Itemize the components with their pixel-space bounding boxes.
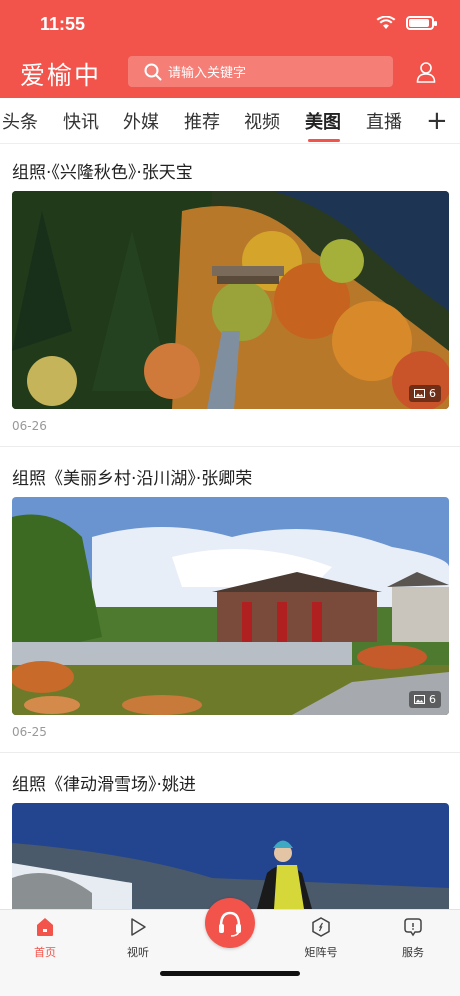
divider <box>0 752 460 753</box>
image-count-badge: 6 <box>409 385 441 402</box>
home-indicator <box>160 971 300 976</box>
nav-home[interactable]: 首页 <box>15 916 75 960</box>
article-image[interactable] <box>12 803 449 909</box>
tab-foreign-media[interactable]: 外媒 <box>123 108 159 134</box>
add-tab-button[interactable]: + <box>426 106 448 136</box>
compass-icon <box>312 917 330 937</box>
tab-live[interactable]: 直播 <box>366 108 402 134</box>
bottom-nav: 首页 视听 矩阵号 服务 <box>0 898 460 996</box>
tab-recommend[interactable]: 推荐 <box>184 108 220 134</box>
image-icon <box>414 695 425 704</box>
play-icon <box>131 918 146 936</box>
category-tabs: 头条 快讯 外媒 推荐 视频 美图 直播 <box>0 98 460 144</box>
article-date: 06-26 <box>12 419 47 433</box>
user-icon[interactable] <box>414 60 438 84</box>
image-icon <box>414 389 425 398</box>
status-time: 11:55 <box>40 14 86 34</box>
nav-audio-video[interactable]: 视听 <box>108 916 168 960</box>
wifi-icon <box>376 16 396 29</box>
article-date: 06-25 <box>12 725 47 739</box>
article-title[interactable]: 组照·《兴隆秋色》·张天宝 <box>12 158 193 183</box>
article-image[interactable]: 6 <box>12 191 449 409</box>
app-header: 11:55 爱榆中 请输入关键字 <box>0 0 460 98</box>
search-placeholder: 请输入关键字 <box>168 66 247 81</box>
image-count: 6 <box>429 693 436 706</box>
article-image[interactable]: 6 <box>12 497 449 715</box>
nav-service[interactable]: 服务 <box>383 916 443 960</box>
tab-photos[interactable]: 美图 <box>305 108 341 134</box>
article-title[interactable]: 组照《美丽乡村·沿川湖》·张卿荣 <box>12 464 252 489</box>
app-logo: 爱榆中 <box>20 61 102 90</box>
active-tab-indicator <box>308 139 340 142</box>
search-icon <box>144 63 162 80</box>
divider <box>0 446 460 447</box>
status-icons <box>376 16 437 30</box>
nav-label: 服务 <box>402 946 424 959</box>
service-icon <box>404 918 422 937</box>
home-icon <box>37 918 53 936</box>
tab-news-flash[interactable]: 快讯 <box>63 108 99 134</box>
image-count: 6 <box>429 387 436 400</box>
headset-icon <box>219 911 241 937</box>
nav-label: 首页 <box>34 946 56 959</box>
nav-label: 视听 <box>127 946 149 959</box>
image-count-badge: 6 <box>409 691 441 708</box>
article-title[interactable]: 组照《律动滑雪场》·姚进 <box>12 770 196 795</box>
tab-headlines[interactable]: 头条 <box>2 108 38 134</box>
tab-video[interactable]: 视频 <box>244 108 280 134</box>
battery-icon <box>406 16 437 30</box>
nav-matrix[interactable]: 矩阵号 <box>291 916 351 960</box>
nav-center-button[interactable] <box>205 898 255 948</box>
status-bar: 11:55 <box>0 0 460 50</box>
nav-label: 矩阵号 <box>304 946 338 959</box>
search-input[interactable]: 请输入关键字 <box>128 56 393 87</box>
